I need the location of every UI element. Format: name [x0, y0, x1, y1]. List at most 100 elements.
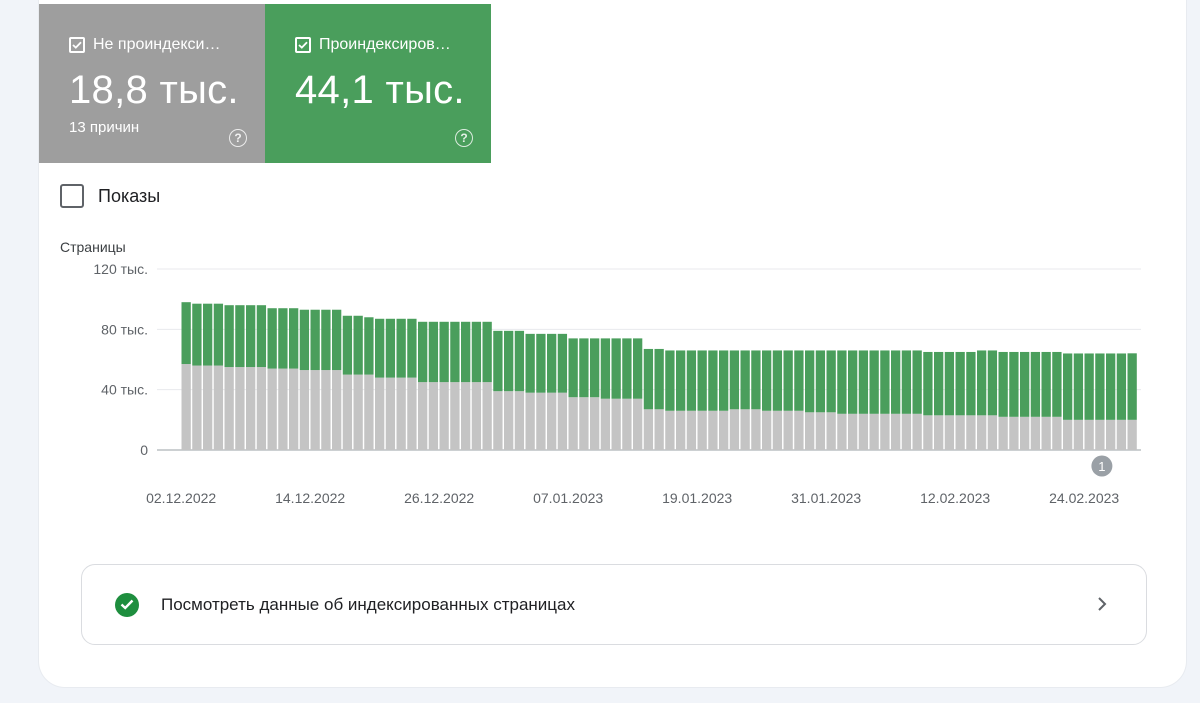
bar-not-indexed: [1106, 419, 1116, 450]
bar-not-indexed: [611, 398, 621, 450]
bar-indexed: [858, 350, 869, 414]
bar-indexed: [203, 303, 213, 366]
bar-not-indexed: [525, 392, 535, 450]
bar-not-indexed: [557, 392, 568, 450]
bar-indexed: [514, 330, 525, 392]
view-indexed-pages-link[interactable]: Посмотреть данные об индексированных стр…: [81, 564, 1147, 645]
bar-indexed: [590, 338, 600, 398]
bar-indexed: [1009, 351, 1019, 417]
bar-indexed: [278, 308, 288, 369]
annotation-label: 1: [1098, 459, 1105, 474]
bar-not-indexed: [256, 367, 267, 450]
bar-not-indexed: [364, 374, 374, 450]
bar-indexed: [450, 321, 460, 383]
bar-indexed: [987, 350, 998, 416]
bar-not-indexed: [353, 374, 363, 450]
y-axis-title: Страницы: [60, 239, 126, 255]
bar-indexed: [418, 321, 428, 383]
bar-not-indexed: [643, 409, 654, 450]
bar-indexed: [407, 318, 417, 378]
bar-not-indexed: [450, 382, 460, 450]
bar-indexed: [461, 321, 471, 383]
bar-indexed: [955, 351, 965, 416]
bar-indexed: [1063, 353, 1073, 420]
chevron-right-icon: [1098, 597, 1107, 611]
bar-not-indexed: [815, 412, 826, 450]
bar-indexed: [826, 350, 836, 413]
bar-not-indexed: [246, 367, 256, 450]
y-tick-label: 0: [140, 442, 148, 458]
bar-not-indexed: [1127, 419, 1137, 450]
bar-not-indexed: [719, 410, 729, 450]
bar-indexed: [568, 338, 578, 398]
bar-indexed: [912, 350, 922, 414]
bar-not-indexed: [622, 398, 632, 450]
bar-indexed: [686, 350, 697, 411]
bar-not-indexed: [1063, 419, 1073, 450]
bar-not-indexed: [1009, 416, 1019, 450]
bar-not-indexed: [934, 415, 944, 450]
bar-indexed: [869, 350, 879, 414]
bar-indexed: [557, 333, 568, 393]
bar-not-indexed: [1116, 419, 1127, 450]
bar-not-indexed: [676, 410, 686, 450]
bar-not-indexed: [772, 410, 783, 450]
bar-indexed: [880, 350, 890, 414]
bar-not-indexed: [1020, 416, 1030, 450]
bar-not-indexed: [579, 397, 589, 450]
bar-not-indexed: [396, 377, 406, 450]
bar-not-indexed: [633, 398, 643, 450]
bar-not-indexed: [708, 410, 718, 450]
check-circle-icon: [115, 592, 139, 617]
bar-indexed: [654, 348, 664, 410]
view-indexed-pages-label: Посмотреть данные об индексированных стр…: [161, 594, 575, 614]
bar-indexed: [493, 330, 503, 392]
x-tick-label: 02.12.2022: [146, 490, 216, 506]
bar-not-indexed: [235, 367, 245, 450]
bar-indexed: [600, 338, 611, 399]
bar-not-indexed: [461, 382, 471, 450]
bar-not-indexed: [493, 391, 503, 450]
bar-indexed: [396, 318, 406, 378]
bar-indexed: [256, 305, 267, 368]
bar-not-indexed: [848, 413, 858, 450]
bar-not-indexed: [1095, 419, 1105, 450]
bar-not-indexed: [536, 392, 546, 450]
bar-indexed: [353, 315, 363, 375]
bar-not-indexed: [471, 382, 482, 450]
bar-indexed: [729, 350, 740, 410]
bar-indexed: [697, 350, 707, 411]
bar-indexed: [332, 309, 342, 371]
bar-indexed: [213, 303, 224, 366]
bar-indexed: [762, 350, 772, 411]
bar-indexed: [665, 350, 675, 411]
bar-indexed: [246, 305, 256, 368]
bar-not-indexed: [590, 397, 600, 450]
x-tick-label: 31.01.2023: [791, 490, 861, 506]
bar-not-indexed: [762, 410, 772, 450]
bar-not-indexed: [278, 368, 288, 450]
bar-indexed: [364, 317, 374, 375]
bar-indexed: [901, 350, 912, 414]
bar-indexed: [934, 351, 944, 416]
bar-indexed: [439, 321, 449, 383]
bar-not-indexed: [837, 413, 847, 450]
bar-indexed: [977, 350, 987, 416]
bar-indexed: [1106, 353, 1116, 420]
bar-indexed: [643, 348, 654, 410]
bar-not-indexed: [418, 382, 428, 450]
bar-not-indexed: [987, 415, 998, 450]
bar-not-indexed: [428, 382, 439, 450]
bar-not-indexed: [299, 370, 310, 450]
bar-not-indexed: [826, 412, 836, 450]
bar-not-indexed: [310, 370, 320, 450]
bar-not-indexed: [1073, 419, 1084, 450]
bar-indexed: [719, 350, 729, 411]
bar-indexed: [504, 330, 514, 392]
bar-indexed: [181, 302, 191, 365]
bar-not-indexed: [181, 364, 191, 450]
bar-indexed: [1041, 351, 1051, 417]
bar-indexed: [310, 309, 320, 371]
bar-not-indexed: [686, 410, 697, 450]
bar-indexed: [289, 308, 299, 369]
